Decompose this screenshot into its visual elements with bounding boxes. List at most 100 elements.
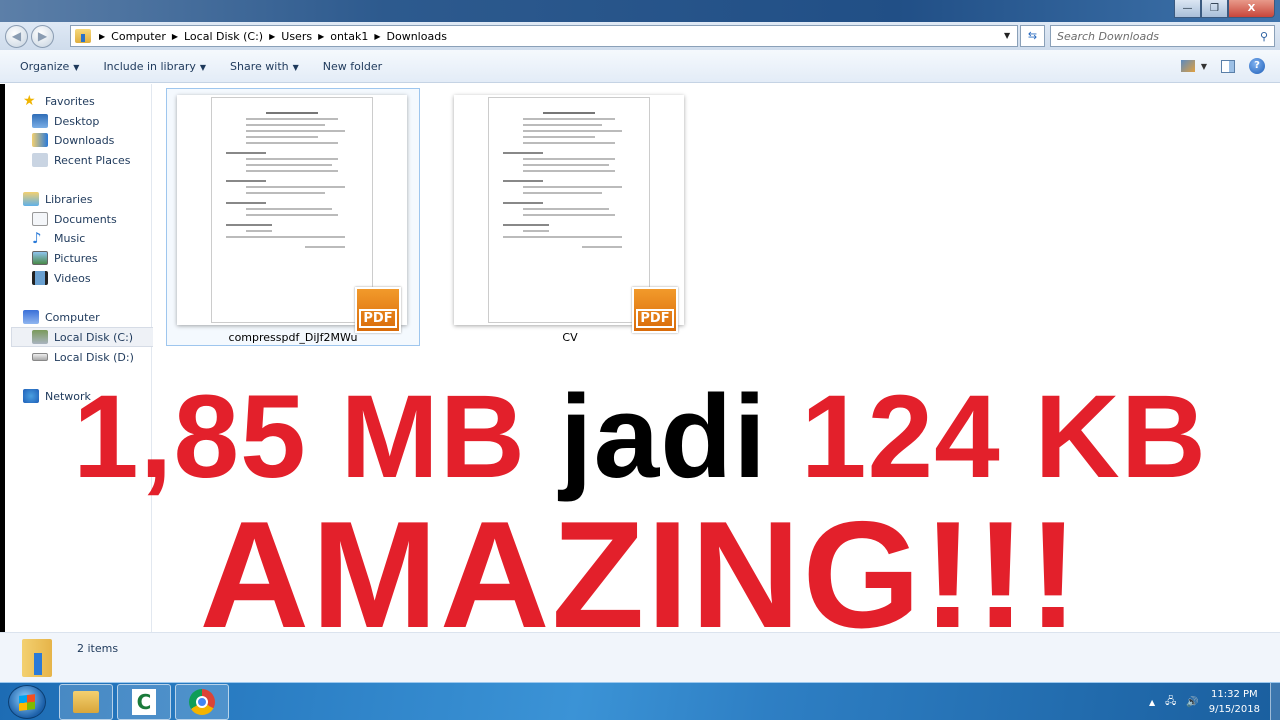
address-bar[interactable]: ▶ Computer ▶ Local Disk (C:) ▶ Users ▶ o… <box>70 25 1018 47</box>
forward-button[interactable]: ▶ <box>31 25 54 48</box>
chevron-right-icon: ▶ <box>318 31 325 41</box>
share-with-button[interactable]: Share with ▼ <box>230 60 299 73</box>
back-arrow-icon: ◀ <box>11 29 22 43</box>
overlay-connector: jadi <box>559 371 768 503</box>
views-dropdown-icon[interactable]: ▼ <box>1201 62 1207 71</box>
label: Documents <box>54 212 117 226</box>
file-name: compresspdf_DiJf2MWu <box>228 331 358 344</box>
breadcrumb-computer[interactable]: Computer <box>111 30 166 43</box>
taskbar: C ▲ 🖧 🔊 11:32 PM 9/15/2018 <box>0 682 1280 721</box>
address-history-dropdown[interactable]: ▼ <box>1004 25 1010 47</box>
refresh-icon: ⇆ <box>1027 29 1038 42</box>
chrome-icon <box>189 689 215 715</box>
sidebar-item-local-disk-c[interactable]: Local Disk (C:) <box>11 327 155 347</box>
star-icon: ★ <box>23 93 36 109</box>
explorer-icon <box>73 691 99 713</box>
documents-icon <box>32 212 48 226</box>
pdf-badge-icon: PDF <box>355 287 401 333</box>
status-bar: 2 items <box>0 632 1280 682</box>
start-button[interactable] <box>8 685 46 719</box>
system-tray: ▲ 🖧 🔊 11:32 PM 9/15/2018 <box>1149 683 1280 721</box>
breadcrumb-downloads[interactable]: Downloads <box>387 30 447 43</box>
taskbar-chrome[interactable] <box>175 684 229 720</box>
chevron-right-icon: ▶ <box>269 31 276 41</box>
chevron-down-icon: ▼ <box>73 62 80 72</box>
sidebar-item-pictures[interactable]: Pictures <box>32 248 98 268</box>
pdf-thumbnail: PDF <box>177 95 407 333</box>
network-tray-icon[interactable]: 🖧 <box>1165 694 1176 711</box>
sidebar-item-libraries[interactable]: Libraries <box>23 189 93 209</box>
pdf-badge-icon: PDF <box>632 287 678 333</box>
taskbar-camtasia[interactable]: C <box>117 684 171 720</box>
sidebar-item-recent-places[interactable]: Recent Places <box>32 150 131 170</box>
breadcrumb-local-disk[interactable]: Local Disk (C:) <box>184 30 263 43</box>
sidebar-item-local-disk-d[interactable]: Local Disk (D:) <box>32 347 134 367</box>
camtasia-icon: C <box>132 689 156 715</box>
title-bar: — ❐ X <box>0 0 1280 24</box>
show-hidden-icons[interactable]: ▲ <box>1149 698 1155 707</box>
file-item[interactable]: PDF CV <box>443 88 697 346</box>
desktop-icon <box>32 114 48 128</box>
volume-icon[interactable]: 🔊 <box>1186 697 1198 708</box>
help-icon[interactable]: ? <box>1249 58 1265 74</box>
sidebar-item-music[interactable]: ♪ Music <box>32 228 85 248</box>
show-desktop-button[interactable] <box>1270 683 1280 721</box>
sidebar-item-desktop[interactable]: Desktop <box>32 111 99 131</box>
breadcrumb-users[interactable]: Users <box>281 30 312 43</box>
sidebar-item-downloads[interactable]: Downloads <box>32 130 114 150</box>
include-in-library-button[interactable]: Include in library ▼ <box>103 60 206 73</box>
sidebar-item-favorites[interactable]: ★ Favorites <box>23 91 95 111</box>
label: Pictures <box>54 251 98 265</box>
downloads-icon <box>32 133 48 147</box>
overlay-amazing: AMAZING!!! <box>199 490 1081 660</box>
window-controls: — ❐ X <box>1174 0 1275 18</box>
clock[interactable]: 11:32 PM 9/15/2018 <box>1209 687 1260 717</box>
clock-time: 11:32 PM <box>1211 689 1258 700</box>
videos-icon <box>32 271 48 285</box>
refresh-button[interactable]: ⇆ <box>1020 25 1045 47</box>
change-view-icon[interactable] <box>1180 60 1195 72</box>
breadcrumb-user[interactable]: ontak1 <box>330 30 368 43</box>
command-bar: Organize ▼ Include in library ▼ Share with… <box>0 50 1280 83</box>
drive-c-icon <box>32 330 48 344</box>
maximize-button[interactable]: ❐ <box>1201 0 1228 18</box>
pictures-icon <box>32 251 48 265</box>
label: Videos <box>54 271 91 285</box>
label: Music <box>54 231 86 245</box>
search-input[interactable]: Search Downloads ⚲ <box>1050 25 1275 47</box>
file-name: CV <box>562 331 578 344</box>
close-button[interactable]: X <box>1228 0 1275 18</box>
file-item[interactable]: PDF compresspdf_DiJf2MWu <box>166 88 420 346</box>
label: Local Disk (C:) <box>54 330 134 344</box>
minimize-button[interactable]: — <box>1174 0 1201 18</box>
sidebar-item-documents[interactable]: Documents <box>32 209 117 229</box>
pdf-thumbnail: PDF <box>454 95 684 333</box>
organize-label: Organize <box>20 59 70 73</box>
preview-pane-icon[interactable] <box>1221 59 1235 73</box>
item-count: 2 items <box>77 642 119 655</box>
drive-d-icon <box>32 353 48 361</box>
size-after: 124 KB <box>800 371 1207 503</box>
chevron-right-icon: ▶ <box>99 31 106 41</box>
new-folder-button[interactable]: New folder <box>323 60 382 73</box>
label: Recent Places <box>54 153 131 167</box>
view-controls: ▼ ? <box>1180 58 1265 74</box>
search-icon[interactable]: ⚲ <box>1260 30 1268 43</box>
libraries-icon <box>23 192 39 206</box>
clock-date: 9/15/2018 <box>1208 704 1260 715</box>
include-label: Include in library <box>103 59 196 73</box>
music-icon: ♪ <box>32 229 42 247</box>
taskbar-explorer[interactable] <box>59 684 113 720</box>
chevron-down-icon: ▼ <box>199 62 207 72</box>
forward-arrow-icon: ▶ <box>37 29 48 43</box>
label: Libraries <box>45 192 93 206</box>
label: Downloads <box>54 133 115 147</box>
label: Favorites <box>45 94 95 108</box>
sidebar-item-computer[interactable]: Computer <box>23 307 100 327</box>
sidebar-item-videos[interactable]: Videos <box>32 268 91 288</box>
organize-button[interactable]: Organize ▼ <box>20 60 79 73</box>
search-placeholder: Search Downloads <box>1057 29 1159 43</box>
label: Local Disk (D:) <box>54 350 134 364</box>
back-button[interactable]: ◀ <box>5 25 28 48</box>
document-preview <box>211 97 373 323</box>
